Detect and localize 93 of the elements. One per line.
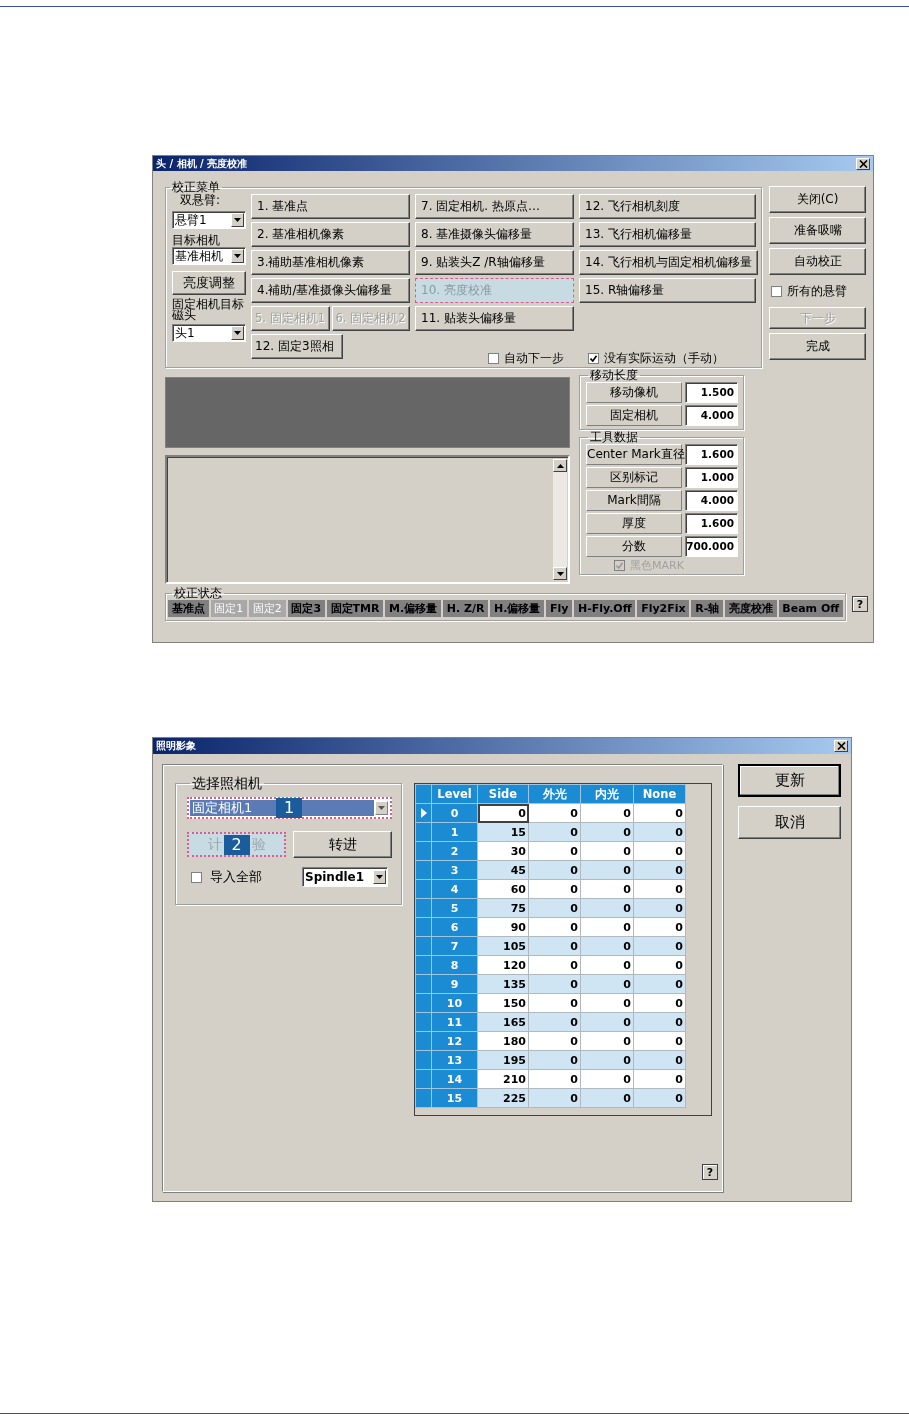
column-header: 内光	[580, 784, 634, 804]
close-button[interactable]	[856, 157, 870, 170]
scroll-down-icon	[556, 571, 564, 576]
status-indicator: R-轴	[691, 600, 724, 617]
callout-badge: 1	[276, 798, 302, 818]
column-header: 外光	[528, 784, 581, 804]
help-button[interactable]: ?	[702, 1164, 718, 1180]
checkbox[interactable]: 所有的悬臂	[771, 283, 866, 300]
value-field[interactable]: 1.500	[685, 382, 738, 403]
menu-button[interactable]: 14. 飞行相机与固定相机偏移量	[579, 250, 758, 275]
value-field[interactable]: 1.600	[685, 513, 738, 534]
checkbox[interactable]: 导入全部	[191, 868, 262, 886]
dialog-button[interactable]: 取消	[738, 806, 841, 839]
value-label: 区别标记	[586, 467, 682, 488]
menu-button[interactable]: 9. 贴装头Z /R轴偏移量	[415, 250, 574, 275]
value-field[interactable]: 1.600	[685, 444, 738, 465]
column-header: Level	[431, 784, 478, 804]
status-indicator: Fly2Fix	[637, 600, 690, 617]
check-icon	[616, 561, 623, 569]
dropdown-field[interactable]: 基准相机	[172, 247, 246, 265]
value-label: 移动像机	[586, 382, 682, 403]
value-field[interactable]: 1.000	[685, 467, 738, 488]
dropdown-arrow-icon	[376, 875, 383, 879]
forward-button[interactable]: 转进	[293, 831, 392, 858]
column-header: Side	[477, 784, 529, 804]
field-label: 固定相机目标磁头	[172, 299, 245, 321]
side-button[interactable]: 关闭(C)	[769, 186, 866, 213]
checkbox[interactable]: 自动下一步	[488, 350, 564, 367]
close-icon	[836, 742, 846, 750]
status-indicator: 亮度校准	[725, 600, 777, 617]
scrollbar[interactable]	[553, 459, 567, 580]
menu-button[interactable]: 8. 基准摄像头偏移量	[415, 222, 574, 247]
window-title: 照明影象	[156, 739, 196, 753]
close-icon	[858, 159, 868, 168]
status-indicator: 固定1	[210, 600, 248, 617]
dropdown-field[interactable]: 悬臂1	[172, 211, 246, 229]
value-field[interactable]: 700.000	[685, 536, 738, 557]
group-label: 校正菜单	[171, 180, 221, 194]
group-label: 选择照相机	[191, 775, 263, 791]
dropdown-arrow-icon	[234, 331, 241, 335]
menu-button[interactable]: 12. 飞行相机刻度	[579, 194, 756, 219]
menu-button[interactable]: 15. R轴偏移量	[579, 278, 756, 303]
value-label: Mark間隔	[586, 490, 682, 511]
status-indicator: H. Z/R	[443, 600, 489, 617]
dropdown-field[interactable]: Spindle1	[302, 867, 388, 887]
dropdown-arrow-icon	[234, 218, 241, 222]
status-indicator: 固定TMR	[326, 600, 384, 617]
group-label: 校正状态	[173, 586, 223, 600]
dropdown-arrow-icon	[234, 254, 241, 258]
side-button[interactable]: 自动校正	[769, 248, 866, 275]
menu-button[interactable]: 13. 飞行相机偏移量	[579, 222, 756, 247]
side-button[interactable]: 完成	[769, 333, 866, 360]
group-label: 工具数据	[589, 430, 639, 444]
row-header	[415, 784, 432, 804]
menu-button[interactable]: 11. 贴装头偏移量	[415, 306, 574, 331]
menu-button[interactable]: 1. 基准点	[251, 194, 410, 219]
dropdown-arrow-icon	[378, 806, 385, 810]
status-indicator: Fly	[546, 600, 573, 617]
status-indicator: M.偏移量	[385, 600, 441, 617]
dialog-button[interactable]: 更新	[738, 764, 841, 797]
menu-button[interactable]: 3.補助基准相机像素	[251, 250, 410, 275]
menu-button[interactable]: 12. 固定3照相	[251, 334, 343, 359]
camera-dropdown[interactable]: 固定相机1 1	[187, 797, 392, 819]
value-label: 厚度	[586, 513, 682, 534]
value-field[interactable]: 4.000	[685, 490, 738, 511]
status-indicator: Beam Off	[778, 600, 843, 617]
status-indicator: H.偏移量	[490, 600, 545, 617]
log-area[interactable]	[165, 455, 570, 584]
checkbox[interactable]: 没有实际运动（手动）	[588, 350, 724, 367]
group-label: 移动长度	[589, 368, 639, 382]
check-icon	[590, 355, 597, 362]
row-pointer-icon	[420, 808, 427, 818]
brightness-button[interactable]: 亮度调整	[172, 271, 246, 295]
column-header: None	[633, 784, 686, 804]
callout-badge: 2	[223, 834, 250, 855]
field-label: 双悬臂:	[180, 193, 222, 207]
menu-button[interactable]: 2. 基准相机像素	[251, 222, 410, 247]
status-indicator: 固定2	[249, 600, 286, 617]
menu-button[interactable]: 4.補助/基准摄像头偏移量	[251, 278, 410, 303]
value-label: 分数	[586, 536, 682, 557]
value-label: 固定相机	[586, 405, 682, 426]
side-button[interactable]: 准备吸嘴	[769, 217, 866, 244]
scroll-up-icon	[556, 463, 564, 468]
window-title: 头 / 相机 / 亮度校准	[156, 156, 248, 171]
status-indicator: 固定3	[287, 600, 325, 617]
value-field[interactable]: 4.000	[685, 405, 738, 426]
field-label: 目标相机	[172, 233, 221, 247]
status-indicator: H-Fly.Off	[574, 600, 636, 617]
status-indicator: 基准点	[168, 600, 209, 617]
dropdown-field[interactable]: 头1	[172, 324, 246, 342]
close-button[interactable]	[834, 740, 848, 752]
menu-button[interactable]: 7. 固定相机. 热原点…	[415, 194, 574, 219]
help-button[interactable]: ?	[852, 596, 868, 612]
